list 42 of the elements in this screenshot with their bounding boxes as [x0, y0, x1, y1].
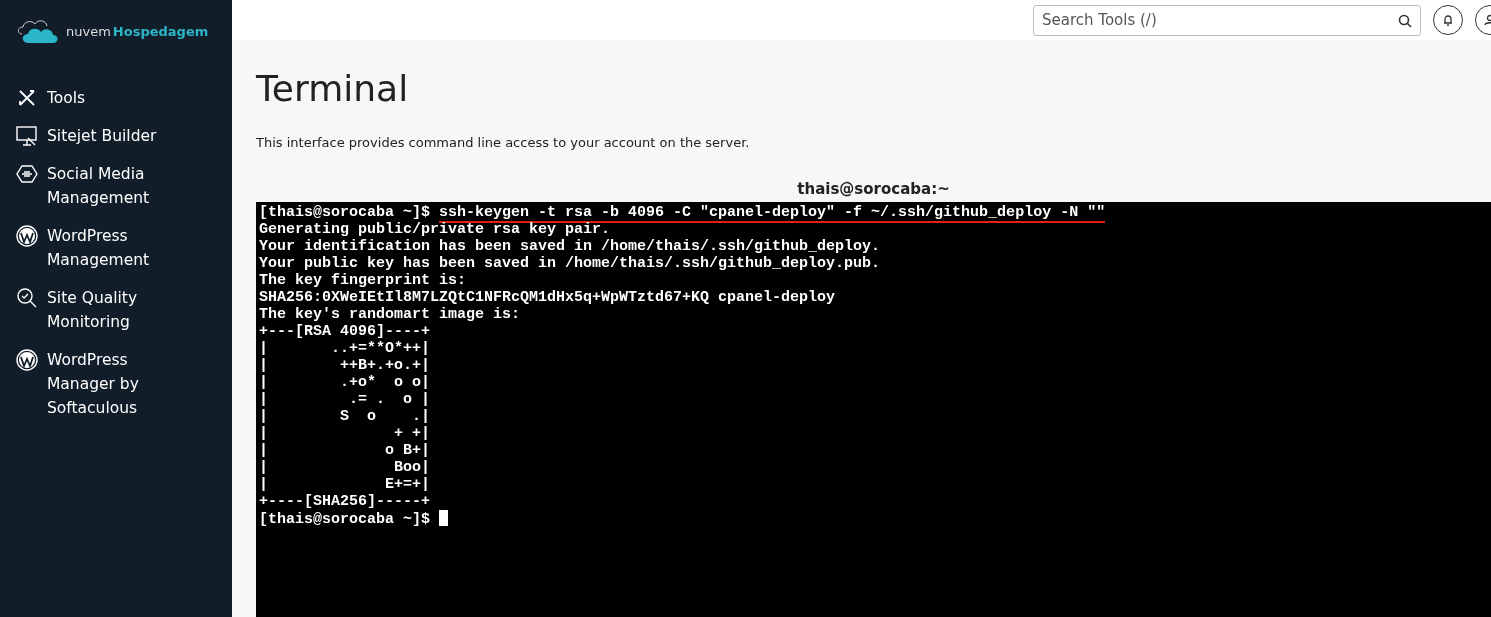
- wordpress-icon: [16, 225, 38, 247]
- terminal-line: Your identification has been saved in /home/thais/.ssh/github_deploy.: [259, 238, 882, 255]
- terminal-line: SHA256:0XWeIEtIl8M7LZQtC1NFRcQM1dHx5q+WpWTztd67+KQ cpanel-deploy: [259, 289, 837, 306]
- sidebar-item[interactable]: Site Quality Monitoring: [16, 286, 206, 334]
- terminal-prompt: [thais@sorocaba ~]$: [259, 204, 432, 221]
- terminal-line: | ++B+.+o.+|: [259, 357, 432, 374]
- sidebar-item[interactable]: Sitejet Builder: [16, 124, 206, 148]
- page-description: This interface provides command line access to your account on the server.: [256, 135, 751, 150]
- sidebar-item[interactable]: Tools: [16, 86, 206, 110]
- magnifier-check-icon: [16, 287, 38, 309]
- terminal-line: The key's randomart image is:: [259, 306, 522, 323]
- sidebar-item[interactable]: WordPress Manager by Softaculous: [16, 348, 206, 420]
- wordpress-icon: [16, 349, 38, 371]
- search-field[interactable]: Search Tools (/): [1033, 4, 1421, 36]
- terminal-window[interactable]: [256, 202, 1491, 617]
- sidebar-item[interactable]: Social Media Management: [16, 162, 206, 210]
- terminal-line: The key fingerprint is:: [259, 272, 468, 289]
- terminal-line: | .= . o |: [259, 391, 432, 408]
- notifications-button[interactable]: [1433, 5, 1463, 35]
- terminal-command: ssh-keygen -t rsa -b 4096 -C "cpanel-deploy" -f ~/.ssh/github_deploy -N "": [439, 204, 1106, 223]
- terminal-line: Your public key has been saved in /home/thais/.ssh/github_deploy.pub.: [259, 255, 882, 272]
- cursor-icon: [439, 510, 449, 526]
- logo-name: Hospedagem: [112, 23, 209, 39]
- terminal-line: +---[RSA 4096]----+: [259, 323, 432, 340]
- terminal-line: | E+=+|: [259, 476, 432, 493]
- bell-icon: [1442, 14, 1454, 26]
- terminal-line: | ..+=**O*++|: [259, 340, 432, 357]
- terminal-line: | + +|: [259, 425, 432, 442]
- page-title: Terminal: [256, 68, 410, 109]
- terminal-line: | o B+|: [259, 442, 432, 459]
- terminal-title: thais@sorocaba:~: [796, 180, 951, 198]
- terminal-line: | .+o* o o|: [259, 374, 432, 391]
- terminal-prompt: [thais@sorocaba ~]$: [259, 511, 432, 528]
- terminal-line: | Boo|: [259, 459, 432, 476]
- search-icon: [1398, 13, 1412, 28]
- hexagon-icon: [16, 163, 38, 185]
- terminal-line: Generating public/private rsa key pair.: [259, 221, 612, 238]
- terminal-line: +----[SHA256]-----+: [259, 493, 432, 510]
- sidebar-item[interactable]: WordPress Management: [16, 224, 206, 272]
- logo-prefix: nuvem: [66, 23, 111, 39]
- terminal-line: | S o .|: [259, 408, 432, 425]
- monitor-icon: [16, 125, 38, 147]
